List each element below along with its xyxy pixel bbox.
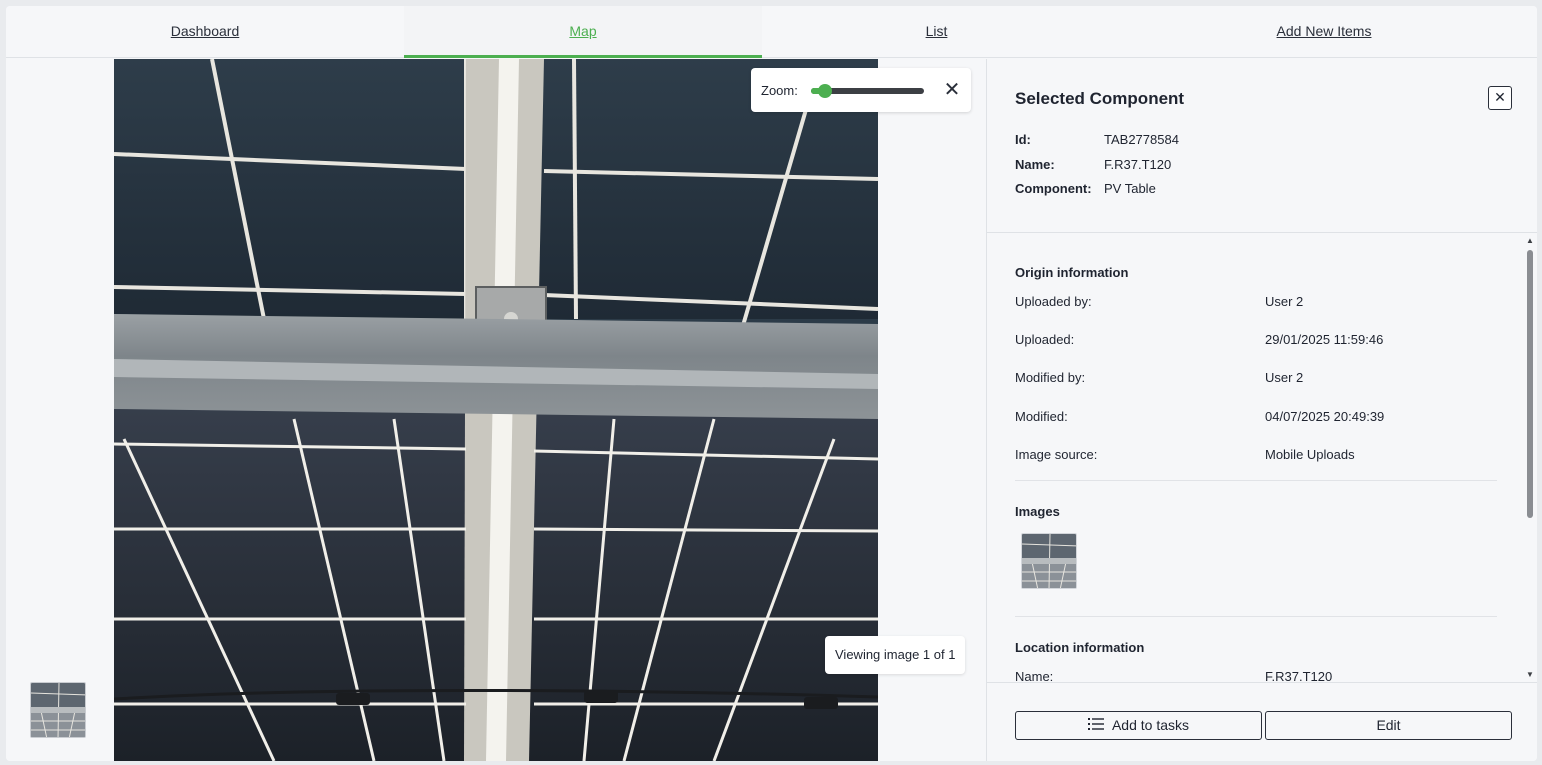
tab-add-new-items[interactable]: Add New Items	[1111, 6, 1537, 58]
edit-button[interactable]: Edit	[1265, 711, 1512, 740]
tab-bar: Dashboard Map List Add New Items	[6, 6, 1537, 58]
close-icon[interactable]: ✕	[940, 78, 964, 102]
field-label: Component:	[1015, 181, 1092, 196]
close-icon[interactable]: ✕	[1488, 86, 1512, 110]
add-to-tasks-label: Add to tasks	[1111, 717, 1190, 733]
tab-list[interactable]: List	[762, 6, 1111, 58]
field-value: TAB2778584	[1104, 132, 1179, 147]
panel-details[interactable]: Origin information Uploaded by: User 2 U…	[987, 234, 1537, 682]
row-label: Uploaded:	[1015, 332, 1075, 347]
tab-map[interactable]: Map	[404, 6, 762, 58]
row-label: Name:	[1015, 669, 1054, 682]
field-label: Name:	[1015, 157, 1055, 172]
panel-title: Selected Component	[1015, 89, 1185, 108]
field-label: Id:	[1015, 132, 1031, 147]
selected-component-panel: Selected Component ✕ Id: TAB2778584 Name…	[986, 59, 1537, 761]
row-label: Uploaded by:	[1015, 294, 1092, 309]
thumbnail-strip-item[interactable]	[30, 682, 86, 738]
list-icon	[1087, 713, 1104, 740]
component-photo[interactable]	[114, 59, 878, 761]
image-viewer: Zoom: ✕ Viewing image 1 of 1	[6, 59, 986, 761]
image-counter: Viewing image 1 of 1	[825, 636, 966, 674]
row-label: Modified:	[1015, 409, 1068, 424]
chevron-up-icon[interactable]: ▲	[1525, 236, 1535, 246]
images-section-title: Images	[1015, 504, 1060, 519]
row-value: 04/07/2025 20:49:39	[1265, 409, 1385, 424]
origin-section-title: Origin information	[1015, 265, 1129, 280]
row-value: F.R37.T120	[1265, 669, 1333, 682]
row-value: Mobile Uploads	[1265, 447, 1355, 462]
panel-header: Selected Component ✕ Id: TAB2778584 Name…	[987, 59, 1537, 233]
panel-scrollbar[interactable]: ▲ ▼	[1525, 234, 1535, 682]
zoom-slider-handle[interactable]	[818, 84, 832, 98]
zoom-slider[interactable]	[811, 84, 924, 98]
zoom-control: Zoom: ✕	[751, 68, 971, 112]
row-label: Image source:	[1015, 447, 1098, 462]
thumbnail-image	[1022, 534, 1076, 588]
section-divider	[1015, 616, 1497, 617]
row-value: 29/01/2025 11:59:46	[1265, 332, 1384, 347]
row-value: User 2	[1265, 370, 1304, 385]
solar-panel-photo	[114, 59, 878, 761]
location-section-title: Location information	[1015, 640, 1145, 655]
field-value: PV Table	[1104, 181, 1156, 196]
app-window: Dashboard Map List Add New Items Zoom: ✕…	[6, 6, 1537, 761]
panel-actions: Add to tasks Edit	[987, 682, 1537, 761]
thumbnail-image	[31, 683, 85, 737]
field-value: F.R37.T120	[1104, 157, 1172, 172]
tab-dashboard[interactable]: Dashboard	[6, 6, 404, 58]
component-image-thumbnail[interactable]	[1021, 533, 1077, 589]
chevron-down-icon[interactable]: ▼	[1525, 670, 1535, 680]
zoom-label: Zoom:	[761, 83, 798, 98]
scrollbar-thumb[interactable]	[1527, 250, 1533, 518]
add-to-tasks-button[interactable]: Add to tasks	[1015, 711, 1262, 740]
row-label: Modified by:	[1015, 370, 1086, 385]
section-divider	[1015, 480, 1497, 481]
row-value: User 2	[1265, 294, 1304, 309]
